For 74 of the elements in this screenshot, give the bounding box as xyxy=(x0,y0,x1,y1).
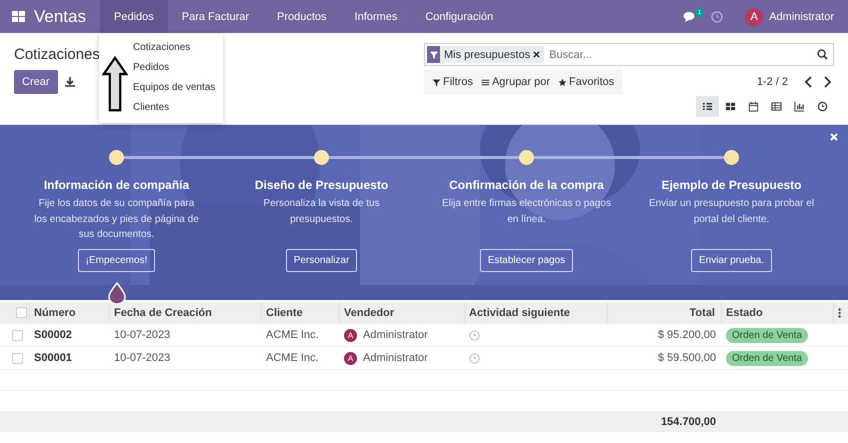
column-header[interactable]: Cliente xyxy=(262,302,340,323)
step-button[interactable]: Personalizar xyxy=(286,249,358,272)
table-cell-text: $ 95.200,00 xyxy=(656,329,717,341)
table-cell-text: $ 59.500,00 xyxy=(656,352,717,364)
clock-icon xyxy=(817,101,828,112)
step-title: Confirmación de la compra xyxy=(449,178,604,192)
lines-icon xyxy=(480,78,490,86)
list-view-button[interactable] xyxy=(696,96,719,117)
pager-value: 1-2 / 2 xyxy=(756,76,788,88)
step-pointer-icon xyxy=(107,282,127,304)
step-title: Ejemplo de Presupuesto xyxy=(661,178,802,192)
app-name: Ventas xyxy=(34,6,86,26)
column-header[interactable]: Total xyxy=(608,302,722,323)
menu-item[interactable]: Para Facturar xyxy=(168,0,264,33)
menu-item[interactable]: Productos xyxy=(263,0,341,33)
close-icon[interactable] xyxy=(533,51,540,58)
table-cell-text: S00001 xyxy=(33,352,73,364)
create-button[interactable]: Crear xyxy=(14,70,58,94)
bar-chart-icon xyxy=(794,101,805,112)
menu-item[interactable]: Pedidos xyxy=(100,0,168,33)
filter-icon xyxy=(430,50,438,58)
filter-dropdown[interactable]: Filtros xyxy=(428,76,477,88)
checkbox[interactable] xyxy=(12,330,23,340)
status-tag: Orden de Venta xyxy=(726,328,808,342)
table-cell: Administrator xyxy=(363,329,428,341)
step-button[interactable]: ¡Empecemos! xyxy=(78,249,156,272)
step-description: Elija entre firmas electrónicas o pagos en línea. xyxy=(442,197,612,226)
filter-icon xyxy=(432,78,441,86)
checkbox[interactable] xyxy=(12,352,23,364)
menu-item[interactable]: Configuración xyxy=(411,0,508,33)
table-cell: Administrator xyxy=(363,352,428,364)
list-icon xyxy=(702,101,713,112)
facet-label: Mis presupuestos xyxy=(444,48,530,60)
table-cell-text: ACME Inc. xyxy=(265,352,320,364)
group-dropdown[interactable]: Agrupar por xyxy=(476,76,554,88)
checkbox[interactable] xyxy=(16,307,27,318)
seller-avatar: A xyxy=(344,328,357,342)
search-facet[interactable]: Mis presupuestos xyxy=(427,46,544,63)
step-description: Fije los datos de su compañía para los encabezados y pies de página de sus documentos. xyxy=(33,197,200,242)
table-cell-text: 10-07-2023 xyxy=(113,352,172,364)
step-button[interactable]: Establecer pagos xyxy=(480,249,574,272)
step-description: Enviar un presupuesto para probar el portal del cliente. xyxy=(648,197,816,226)
table-icon xyxy=(771,101,782,112)
chat-icon[interactable] xyxy=(683,10,698,22)
dropdown-item[interactable]: Clientes xyxy=(99,97,223,117)
breadcrumb: Cotizaciones xyxy=(14,46,100,63)
status-tag: Orden de Venta xyxy=(726,350,808,366)
search-field[interactable]: Mis presupuestos Buscar... xyxy=(424,43,834,66)
star-icon xyxy=(558,78,568,86)
total-sum: 154.700,00 xyxy=(660,416,717,428)
user-avatar[interactable]: A xyxy=(745,8,764,26)
seller-avatar: A xyxy=(344,352,357,364)
step-description: Personaliza la vista de tus presupuestos. xyxy=(262,197,381,226)
dropdown-item[interactable]: Equipos de ventas xyxy=(99,77,223,97)
column-header[interactable]: Actividad siguiente xyxy=(465,302,608,323)
calendar-icon xyxy=(748,101,759,112)
up-arrow-icon xyxy=(102,56,128,112)
column-header[interactable]: Estado xyxy=(722,302,834,323)
step-title: Diseño de Presupuesto xyxy=(254,178,388,192)
table-cell-text: S00002 xyxy=(33,329,73,341)
dropdown-item[interactable]: Cotizaciones xyxy=(99,37,223,57)
menu-item[interactable]: Informes xyxy=(340,0,412,33)
apps-menu-icon[interactable] xyxy=(12,10,26,24)
column-header[interactable]: Fecha de Creación xyxy=(110,302,262,323)
grid-icon xyxy=(725,101,736,112)
step-title: Información de compañía xyxy=(44,178,190,192)
column-header[interactable]: Vendedor xyxy=(340,302,465,323)
user-name[interactable]: Administrator xyxy=(769,10,834,22)
column-header[interactable]: Número xyxy=(30,302,110,323)
table-cell-text: ACME Inc. xyxy=(265,329,320,341)
star-dropdown[interactable]: Favoritos xyxy=(554,76,618,88)
table-cell-text: 10-07-2023 xyxy=(113,329,172,341)
search-icon[interactable] xyxy=(817,49,828,60)
step-button[interactable]: Enviar prueba. xyxy=(690,249,772,272)
